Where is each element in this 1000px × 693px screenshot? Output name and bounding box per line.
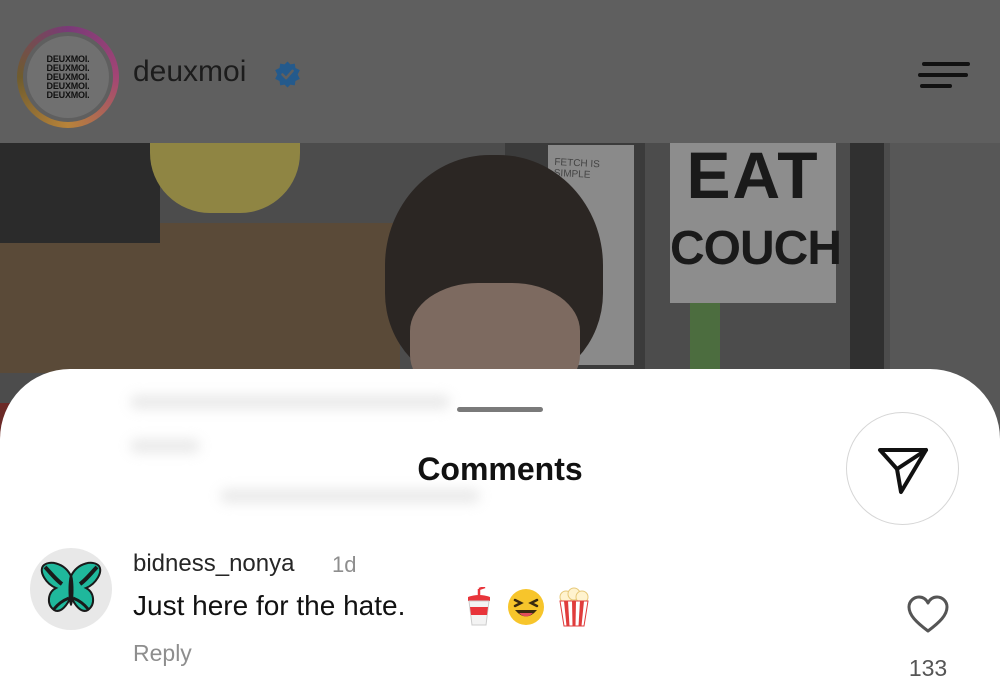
eat-couch-poster: EAT COUCH bbox=[670, 143, 842, 303]
butterfly-icon bbox=[40, 561, 102, 612]
deuxmoi-logo: DEUXMOI. DEUXMOI. DEUXMOI. DEUXMOI. DEUX… bbox=[27, 36, 109, 118]
comment-username[interactable]: bidness_nonya bbox=[133, 550, 294, 578]
reply-button[interactable]: Reply bbox=[133, 640, 192, 667]
heart-icon[interactable] bbox=[906, 594, 950, 634]
popcorn-icon bbox=[559, 587, 589, 627]
account-name[interactable]: deuxmoi bbox=[133, 55, 246, 89]
profile-header: DEUXMOI. DEUXMOI. DEUXMOI. DEUXMOI. DEUX… bbox=[0, 0, 1000, 143]
sheet-drag-handle[interactable] bbox=[457, 407, 543, 412]
hamburger-menu-icon[interactable] bbox=[918, 60, 970, 90]
laughing-face-icon bbox=[508, 589, 544, 625]
verified-badge-icon bbox=[275, 61, 300, 88]
comment-timestamp: 1d bbox=[332, 552, 357, 577]
cup-with-straw-icon bbox=[468, 587, 490, 626]
like-count: 133 bbox=[908, 655, 948, 681]
share-button[interactable] bbox=[846, 412, 959, 525]
comments-sheet: Comments bidness_nonya 1d Just here for … bbox=[0, 369, 1000, 693]
account-avatar[interactable]: DEUXMOI. DEUXMOI. DEUXMOI. DEUXMOI. DEUX… bbox=[17, 26, 119, 128]
comment-emojis bbox=[462, 587, 592, 627]
comment-text: Just here for the hate. bbox=[133, 590, 406, 621]
paper-plane-icon bbox=[877, 447, 928, 494]
commenter-avatar[interactable] bbox=[30, 548, 112, 630]
